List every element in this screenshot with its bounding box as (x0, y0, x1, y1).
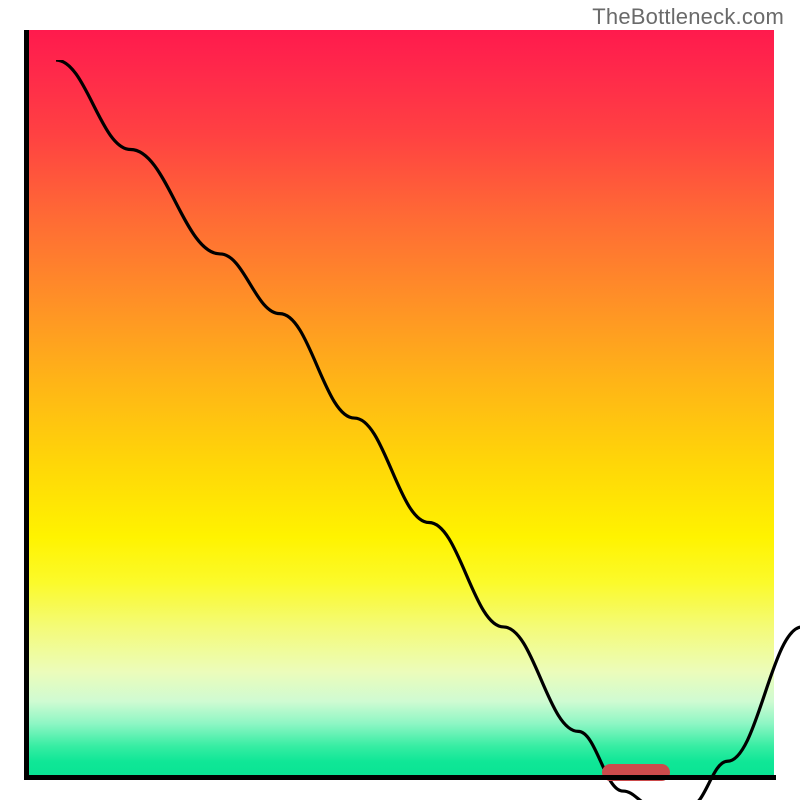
bottleneck-curve (56, 60, 800, 800)
x-axis (24, 775, 776, 780)
y-axis (24, 30, 29, 780)
attribution-text: TheBottleneck.com (592, 4, 784, 30)
plot-area (28, 30, 774, 776)
chart-frame: TheBottleneck.com (0, 0, 800, 800)
curve-path (56, 60, 800, 800)
